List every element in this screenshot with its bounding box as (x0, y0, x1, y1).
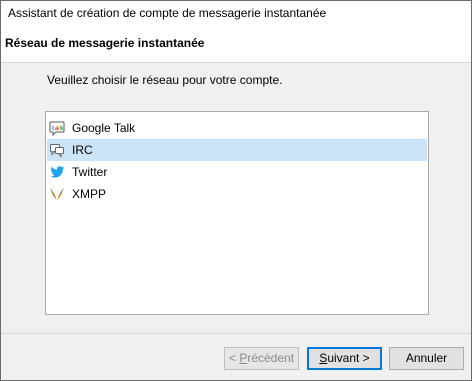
svg-text:t: t (52, 126, 54, 132)
previous-label: récédent (247, 351, 295, 365)
account-wizard-window: Assistant de création de compte de messa… (0, 0, 472, 381)
previous-prefix: < (228, 351, 240, 365)
network-item-xmpp[interactable]: XMPP (47, 183, 427, 205)
cancel-label: Annuler (405, 351, 448, 365)
window-title: Assistant de création de compte de messa… (8, 6, 327, 20)
network-label: Twitter (72, 165, 108, 179)
network-prompt: Veuillez choisir le réseau pour votre co… (47, 73, 283, 87)
next-button[interactable]: Suivant > (307, 347, 382, 370)
title-bar[interactable]: Assistant de création de compte de messa… (1, 1, 471, 25)
network-label: Google Talk (72, 121, 136, 135)
google-talk-icon: t a l k (49, 120, 65, 137)
network-item-irc[interactable]: IRC (47, 139, 427, 161)
network-list[interactable]: t a l k Google Talk IRC Twitter XMPP (45, 111, 429, 315)
cancel-button[interactable]: Annuler (389, 347, 464, 370)
wizard-content: Veuillez choisir le réseau pour votre co… (1, 63, 471, 333)
xmpp-bulb-icon (49, 186, 65, 202)
next-label: uivant > (327, 351, 370, 365)
network-item-google-talk[interactable]: t a l k Google Talk (47, 117, 427, 139)
network-item-twitter[interactable]: Twitter (47, 161, 427, 183)
page-heading: Réseau de messagerie instantanée (5, 36, 205, 50)
twitter-bird-icon (49, 164, 65, 180)
network-label: XMPP (72, 187, 107, 201)
footer-divider (1, 333, 471, 334)
previous-button[interactable]: < Précédent (224, 347, 299, 370)
network-label: IRC (72, 143, 93, 157)
irc-chat-bubble-icon (49, 142, 65, 158)
wizard-header: Réseau de messagerie instantanée (1, 25, 471, 63)
